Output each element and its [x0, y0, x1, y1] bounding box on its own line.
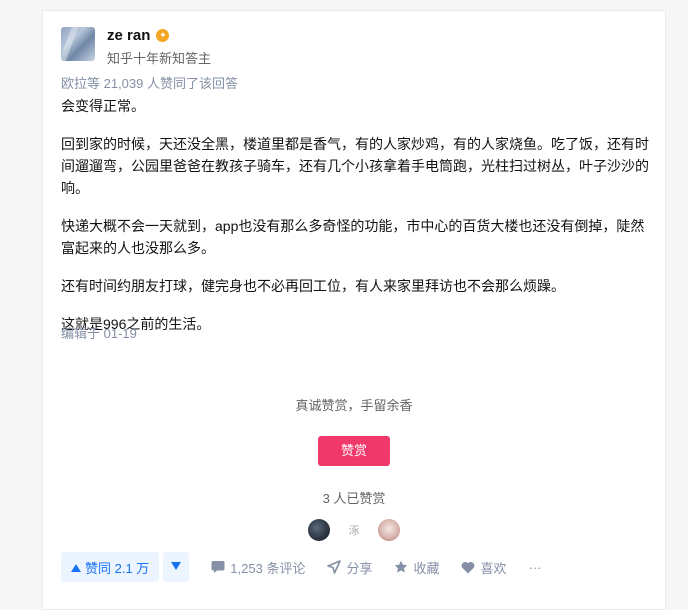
author-headline: 知乎十年新知答主 — [107, 51, 212, 66]
content-paragraph: 回到家的时候，天还没全黑，楼道里都是香气，有的人家炒鸡，有的人家烧鱼。吃了饭，还… — [61, 136, 649, 196]
triangle-down-icon — [171, 561, 182, 573]
reward-section: 真诚赞赏，手留余香 赞赏 3 人已赞赏 涿 — [43, 395, 665, 541]
answer-card: ze ran ✦ 知乎十年新知答主 欧拉等 21,039 人赞同了该回答 会变得… — [42, 10, 666, 610]
author-info: ze ran ✦ 知乎十年新知答主 — [107, 27, 211, 67]
edit-time[interactable]: 编辑于 01-19 — [61, 323, 137, 342]
author-name[interactable]: ze ran — [107, 27, 150, 44]
star-icon — [394, 560, 408, 574]
rewarder-avatar[interactable]: 涿 — [344, 520, 364, 540]
rewarder-avatar[interactable] — [308, 519, 330, 541]
content-paragraph: 快递大概不会一天就到，app也没有那么多奇怪的功能，市中心的百货大楼也还没有倒掉… — [61, 218, 645, 256]
answer-content: 会变得正常。 回到家的时候，天还没全黑，楼道里都是香气，有的人家炒鸡，有的人家烧… — [61, 95, 651, 351]
content-paragraph: 还有时间约朋友打球，健完身也不必再回工位，有人来家里拜访也不会那么烦躁。 — [61, 278, 565, 294]
like-label: 喜欢 — [480, 560, 507, 576]
comment-button[interactable]: 1,253 条评论 — [211, 558, 305, 577]
favorite-button[interactable]: 收藏 — [394, 558, 439, 577]
share-label: 分享 — [346, 560, 373, 576]
share-button[interactable]: 分享 — [327, 558, 372, 577]
content-paragraph: 会变得正常。 — [61, 98, 145, 114]
comment-icon — [211, 560, 225, 574]
rewarder-avatar[interactable] — [378, 519, 400, 541]
more-button[interactable]: ··· — [529, 560, 542, 575]
reward-button[interactable]: 赞赏 — [318, 436, 390, 466]
votes-meta[interactable]: 欧拉等 21,039 人赞同了该回答 — [61, 73, 238, 92]
vote-up-button[interactable]: 赞同 2.1 万 — [61, 552, 160, 582]
vote-down-button[interactable] — [163, 552, 190, 582]
reward-slogan: 真诚赞赏，手留余香 — [295, 398, 413, 413]
like-button[interactable]: 喜欢 — [461, 558, 507, 577]
more-icon: ··· — [528, 559, 542, 575]
share-icon — [327, 560, 342, 574]
comment-label: 1,253 条评论 — [230, 560, 306, 576]
reward-count[interactable]: 3 人已赞赏 — [43, 488, 665, 507]
vote-up-label: 赞同 2.1 万 — [85, 560, 150, 576]
content-paragraph: 这就是996之前的生活。 — [61, 316, 211, 332]
triangle-up-icon — [71, 560, 81, 575]
reward-avatars: 涿 — [43, 519, 665, 541]
favorite-label: 收藏 — [413, 560, 440, 576]
action-bar: 赞同 2.1 万 1,253 条评论 分享 收藏 喜欢 ··· — [61, 552, 542, 582]
heart-icon — [461, 561, 475, 574]
badge-icon: ✦ — [156, 28, 170, 42]
author-name-row: ze ran ✦ — [107, 27, 211, 44]
author-header: ze ran ✦ 知乎十年新知答主 — [61, 27, 211, 67]
author-avatar[interactable] — [61, 27, 95, 61]
